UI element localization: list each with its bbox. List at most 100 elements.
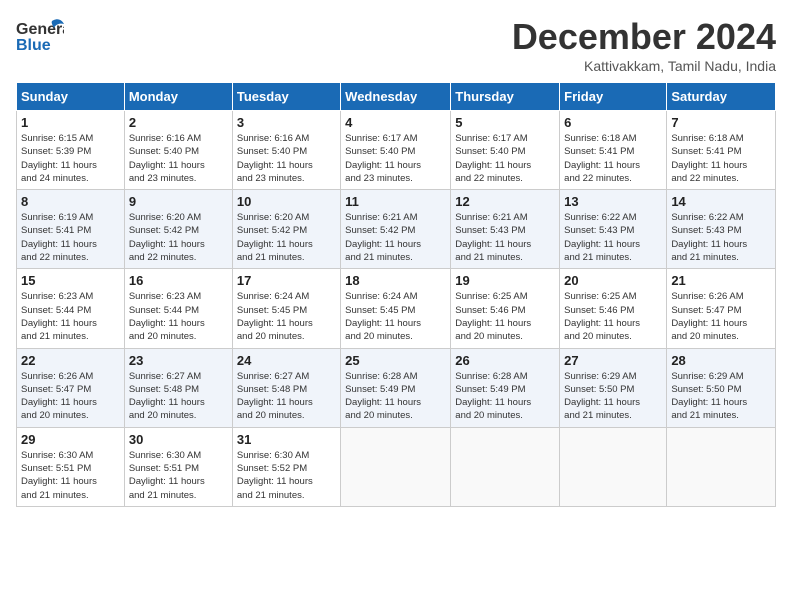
weekday-header-cell: Friday (560, 83, 667, 111)
calendar-day-cell: 30 Sunrise: 6:30 AM Sunset: 5:51 PM Dayli… (124, 427, 232, 506)
day-number: 5 (455, 115, 555, 130)
calendar-day-cell: 17 Sunrise: 6:24 AM Sunset: 5:45 PM Dayli… (232, 269, 340, 348)
calendar-day-cell: 1 Sunrise: 6:15 AM Sunset: 5:39 PM Daylig… (17, 111, 125, 190)
day-info: Sunrise: 6:25 AM Sunset: 5:46 PM Dayligh… (564, 290, 662, 343)
day-number: 4 (345, 115, 446, 130)
day-number: 8 (21, 194, 120, 209)
calendar-week-row: 22Sunrise: 6:26 AM Sunset: 5:47 PM Dayli… (17, 348, 776, 427)
calendar-day-cell: 22Sunrise: 6:26 AM Sunset: 5:47 PM Dayli… (17, 348, 125, 427)
calendar-day-cell: 25Sunrise: 6:28 AM Sunset: 5:49 PM Dayli… (341, 348, 451, 427)
day-info: Sunrise: 6:20 AM Sunset: 5:42 PM Dayligh… (237, 211, 336, 264)
day-info: Sunrise: 6:22 AM Sunset: 5:43 PM Dayligh… (564, 211, 662, 264)
calendar-day-cell: 21 Sunrise: 6:26 AM Sunset: 5:47 PM Dayli… (667, 269, 776, 348)
calendar-day-cell: 29 Sunrise: 6:30 AM Sunset: 5:51 PM Dayli… (17, 427, 125, 506)
calendar-table: SundayMondayTuesdayWednesdayThursdayFrid… (16, 82, 776, 507)
calendar-day-cell: 6Sunrise: 6:18 AM Sunset: 5:41 PM Daylig… (560, 111, 667, 190)
day-info: Sunrise: 6:21 AM Sunset: 5:43 PM Dayligh… (455, 211, 555, 264)
day-info: Sunrise: 6:30 AM Sunset: 5:51 PM Dayligh… (129, 449, 228, 502)
day-info: Sunrise: 6:24 AM Sunset: 5:45 PM Dayligh… (345, 290, 446, 343)
day-number: 10 (237, 194, 336, 209)
day-info: Sunrise: 6:27 AM Sunset: 5:48 PM Dayligh… (237, 370, 336, 423)
logo: General Blue (16, 16, 64, 61)
calendar-day-cell (451, 427, 560, 506)
weekday-header-cell: Sunday (17, 83, 125, 111)
day-info: Sunrise: 6:28 AM Sunset: 5:49 PM Dayligh… (345, 370, 446, 423)
day-number: 17 (237, 273, 336, 288)
calendar-day-cell: 7Sunrise: 6:18 AM Sunset: 5:41 PM Daylig… (667, 111, 776, 190)
day-number: 30 (129, 432, 228, 447)
calendar-day-cell: 18 Sunrise: 6:24 AM Sunset: 5:45 PM Dayli… (341, 269, 451, 348)
day-number: 18 (345, 273, 446, 288)
day-info: Sunrise: 6:18 AM Sunset: 5:41 PM Dayligh… (671, 132, 771, 185)
day-number: 20 (564, 273, 662, 288)
day-info: Sunrise: 6:16 AM Sunset: 5:40 PM Dayligh… (237, 132, 336, 185)
calendar-day-cell: 24 Sunrise: 6:27 AM Sunset: 5:48 PM Dayli… (232, 348, 340, 427)
calendar-day-cell: 26Sunrise: 6:28 AM Sunset: 5:49 PM Dayli… (451, 348, 560, 427)
day-number: 15 (21, 273, 120, 288)
month-title: December 2024 (512, 16, 776, 58)
day-number: 24 (237, 353, 336, 368)
day-info: Sunrise: 6:25 AM Sunset: 5:46 PM Dayligh… (455, 290, 555, 343)
day-info: Sunrise: 6:18 AM Sunset: 5:41 PM Dayligh… (564, 132, 662, 185)
day-number: 19 (455, 273, 555, 288)
day-info: Sunrise: 6:15 AM Sunset: 5:39 PM Dayligh… (21, 132, 120, 185)
weekday-header-row: SundayMondayTuesdayWednesdayThursdayFrid… (17, 83, 776, 111)
calendar-day-cell: 5 Sunrise: 6:17 AM Sunset: 5:40 PM Daylig… (451, 111, 560, 190)
title-block: December 2024 Kattivakkam, Tamil Nadu, I… (512, 16, 776, 74)
calendar-body: 1 Sunrise: 6:15 AM Sunset: 5:39 PM Daylig… (17, 111, 776, 507)
weekday-header-cell: Thursday (451, 83, 560, 111)
day-info: Sunrise: 6:19 AM Sunset: 5:41 PM Dayligh… (21, 211, 120, 264)
day-info: Sunrise: 6:23 AM Sunset: 5:44 PM Dayligh… (129, 290, 228, 343)
day-info: Sunrise: 6:30 AM Sunset: 5:51 PM Dayligh… (21, 449, 120, 502)
day-info: Sunrise: 6:17 AM Sunset: 5:40 PM Dayligh… (345, 132, 446, 185)
calendar-day-cell: 11 Sunrise: 6:21 AM Sunset: 5:42 PM Dayli… (341, 190, 451, 269)
calendar-day-cell: 2 Sunrise: 6:16 AM Sunset: 5:40 PM Daylig… (124, 111, 232, 190)
day-info: Sunrise: 6:24 AM Sunset: 5:45 PM Dayligh… (237, 290, 336, 343)
day-number: 13 (564, 194, 662, 209)
calendar-day-cell: 27Sunrise: 6:29 AM Sunset: 5:50 PM Dayli… (560, 348, 667, 427)
day-number: 9 (129, 194, 228, 209)
day-info: Sunrise: 6:26 AM Sunset: 5:47 PM Dayligh… (21, 370, 120, 423)
weekday-header-cell: Monday (124, 83, 232, 111)
calendar-day-cell (667, 427, 776, 506)
calendar-day-cell: 20 Sunrise: 6:25 AM Sunset: 5:46 PM Dayli… (560, 269, 667, 348)
day-number: 1 (21, 115, 120, 130)
calendar-week-row: 1 Sunrise: 6:15 AM Sunset: 5:39 PM Daylig… (17, 111, 776, 190)
location: Kattivakkam, Tamil Nadu, India (512, 58, 776, 74)
calendar-week-row: 8 Sunrise: 6:19 AM Sunset: 5:41 PM Daylig… (17, 190, 776, 269)
day-info: Sunrise: 6:17 AM Sunset: 5:40 PM Dayligh… (455, 132, 555, 185)
calendar-day-cell: 23 Sunrise: 6:27 AM Sunset: 5:48 PM Dayli… (124, 348, 232, 427)
calendar-day-cell: 15 Sunrise: 6:23 AM Sunset: 5:44 PM Dayli… (17, 269, 125, 348)
calendar-day-cell: 10 Sunrise: 6:20 AM Sunset: 5:42 PM Dayli… (232, 190, 340, 269)
calendar-day-cell (560, 427, 667, 506)
day-info: Sunrise: 6:21 AM Sunset: 5:42 PM Dayligh… (345, 211, 446, 264)
weekday-header-cell: Saturday (667, 83, 776, 111)
day-number: 14 (671, 194, 771, 209)
day-number: 11 (345, 194, 446, 209)
day-number: 12 (455, 194, 555, 209)
day-number: 3 (237, 115, 336, 130)
day-info: Sunrise: 6:16 AM Sunset: 5:40 PM Dayligh… (129, 132, 228, 185)
calendar-day-cell: 8 Sunrise: 6:19 AM Sunset: 5:41 PM Daylig… (17, 190, 125, 269)
calendar-week-row: 15 Sunrise: 6:23 AM Sunset: 5:44 PM Dayli… (17, 269, 776, 348)
day-number: 21 (671, 273, 771, 288)
day-info: Sunrise: 6:22 AM Sunset: 5:43 PM Dayligh… (671, 211, 771, 264)
calendar-week-row: 29 Sunrise: 6:30 AM Sunset: 5:51 PM Dayli… (17, 427, 776, 506)
page-header: General Blue December 2024 Kattivakkam, … (16, 16, 776, 74)
day-info: Sunrise: 6:28 AM Sunset: 5:49 PM Dayligh… (455, 370, 555, 423)
day-number: 23 (129, 353, 228, 368)
calendar-day-cell: 14 Sunrise: 6:22 AM Sunset: 5:43 PM Dayli… (667, 190, 776, 269)
calendar-day-cell: 9Sunrise: 6:20 AM Sunset: 5:42 PM Daylig… (124, 190, 232, 269)
day-number: 29 (21, 432, 120, 447)
day-info: Sunrise: 6:23 AM Sunset: 5:44 PM Dayligh… (21, 290, 120, 343)
day-number: 16 (129, 273, 228, 288)
calendar-day-cell: 13 Sunrise: 6:22 AM Sunset: 5:43 PM Dayli… (560, 190, 667, 269)
svg-text:Blue: Blue (16, 37, 51, 54)
day-info: Sunrise: 6:27 AM Sunset: 5:48 PM Dayligh… (129, 370, 228, 423)
calendar-day-cell: 28Sunrise: 6:29 AM Sunset: 5:50 PM Dayli… (667, 348, 776, 427)
day-info: Sunrise: 6:26 AM Sunset: 5:47 PM Dayligh… (671, 290, 771, 343)
day-number: 2 (129, 115, 228, 130)
weekday-header-cell: Tuesday (232, 83, 340, 111)
day-info: Sunrise: 6:29 AM Sunset: 5:50 PM Dayligh… (671, 370, 771, 423)
calendar-day-cell (341, 427, 451, 506)
